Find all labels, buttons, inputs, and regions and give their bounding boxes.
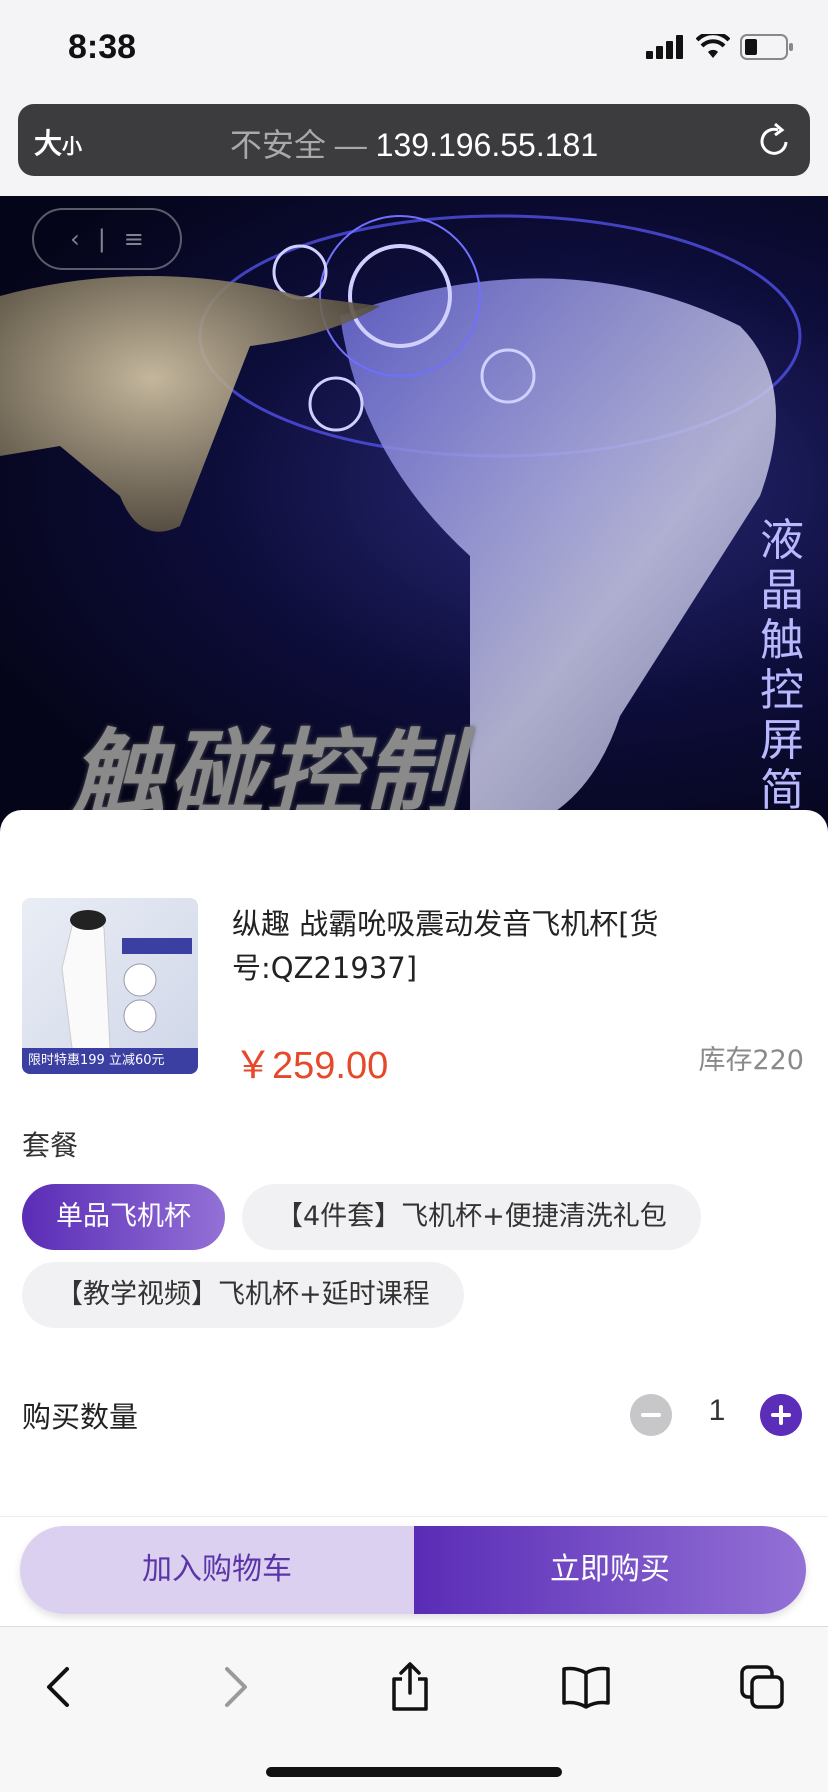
capsule-divider: | [97, 225, 106, 253]
back-icon[interactable] [28, 1657, 88, 1717]
miniprogram-capsule[interactable]: ‹ | ≡ [32, 208, 182, 270]
product-hero-image: ‹ | ≡ 触碰控制 液晶触控屏简 [0, 196, 828, 836]
browser-toolbar [0, 1626, 828, 1792]
status-icons [646, 34, 794, 60]
divider [0, 1516, 828, 1517]
status-time: 8:38 [68, 28, 137, 66]
home-indicator [266, 1767, 562, 1777]
url-display[interactable]: 不安全 — 139.196.55.181 [18, 120, 810, 166]
address-bar[interactable]: 大小 不安全 — 139.196.55.181 [18, 104, 810, 176]
action-bar: 加入购物车 立即购买 [20, 1526, 806, 1614]
add-to-cart-button[interactable]: 加入购物车 [20, 1526, 414, 1614]
capsule-menu-icon[interactable]: ≡ [124, 225, 144, 253]
quantity-decrease-button[interactable] [630, 1394, 672, 1436]
quantity-value: 1 [708, 1394, 726, 1427]
package-label: 套餐 [22, 1129, 79, 1162]
bookmarks-icon[interactable] [556, 1657, 616, 1717]
sku-selection-sheet: 限时特惠199 立减60元 纵趣 战霸吮吸震动发音飞机杯[货号:QZ21937]… [0, 810, 828, 1630]
status-bar: 8:38 [0, 0, 828, 100]
signal-icon [646, 35, 683, 59]
thumbnail-promo-badge: 限时特惠199 立减60元 [22, 1048, 198, 1074]
package-option-single[interactable]: 单品飞机杯 [22, 1184, 225, 1250]
wifi-icon [696, 34, 730, 58]
product-thumbnail: 限时特惠199 立减60元 [22, 898, 198, 1074]
stock-count: 库存220 [698, 1045, 804, 1076]
tabs-icon[interactable] [732, 1657, 792, 1717]
reload-icon[interactable] [758, 122, 792, 158]
buy-now-button[interactable]: 立即购买 [414, 1526, 806, 1614]
hero-vertical-text: 液晶触控屏简 [760, 515, 804, 816]
quantity-label: 购买数量 [22, 1400, 139, 1434]
url-host: 139.196.55.181 [375, 127, 599, 163]
share-icon[interactable] [380, 1657, 440, 1717]
package-option-4-piece[interactable]: 【4件套】飞机杯+便捷清洗礼包 [242, 1184, 701, 1250]
forward-icon[interactable] [206, 1657, 266, 1717]
quantity-increase-button[interactable] [760, 1394, 802, 1436]
product-name: 纵趣 战霸吮吸震动发音飞机杯[货号:QZ21937] [232, 907, 659, 985]
battery-icon [740, 34, 793, 60]
package-option-video[interactable]: 【教学视频】飞机杯+延时课程 [22, 1262, 464, 1328]
capsule-back-icon[interactable]: ‹ [70, 225, 80, 253]
insecure-label: 不安全 — [229, 127, 367, 163]
product-price: ￥259.00 [234, 1045, 389, 1087]
